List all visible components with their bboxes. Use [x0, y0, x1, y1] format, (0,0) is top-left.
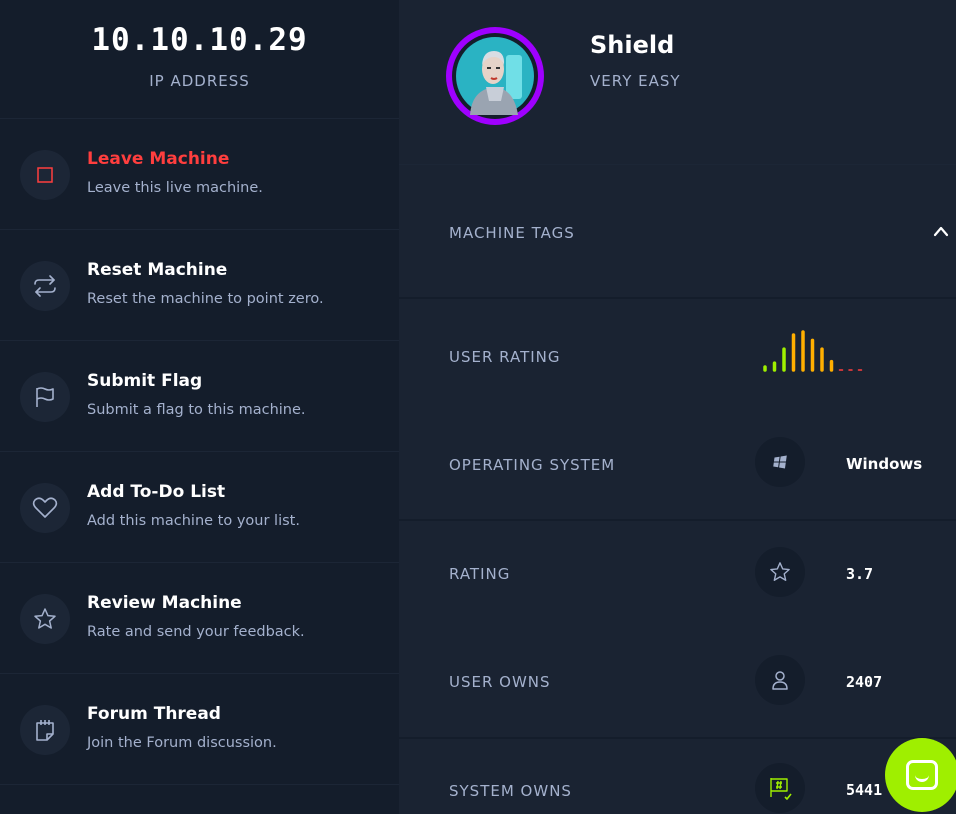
star-icon: [755, 547, 805, 597]
heart-icon: [20, 483, 70, 533]
user-rating-chart: [763, 330, 863, 372]
submit-flag-button[interactable]: Submit Flag Submit a flag to this machin…: [0, 341, 399, 452]
chat-icon: [906, 760, 938, 790]
forum-thread-button[interactable]: Forum Thread Join the Forum discussion.: [0, 674, 399, 785]
ip-address-label: IP ADDRESS: [149, 72, 250, 90]
user-rating-row: USER RATING: [399, 300, 956, 410]
action-title: Forum Thread: [87, 704, 221, 724]
system-owns-row: SYSTEM OWNS 5441: [399, 738, 956, 814]
reset-machine-button[interactable]: Reset Machine Reset the machine to point…: [0, 230, 399, 341]
user-owns-row: USER OWNS 2407: [399, 628, 956, 738]
action-title: Add To-Do List: [87, 482, 226, 502]
user-owns-label: USER OWNS: [449, 673, 551, 691]
action-description: Add this machine to your list.: [87, 513, 300, 529]
action-title: Review Machine: [87, 593, 242, 613]
operating-system-value: Windows: [846, 455, 923, 473]
rating-value: 3.7: [846, 565, 874, 583]
machine-info-panel: Shield VERY EASY MACHINE TAGS USER RATIN…: [399, 0, 956, 814]
section-divider: [399, 297, 956, 299]
rating-label: RATING: [449, 565, 511, 583]
reset-icon: [20, 261, 70, 311]
machine-tags-label: MACHINE TAGS: [449, 224, 575, 242]
ip-address-block: 10.10.10.29 IP ADDRESS: [0, 0, 399, 119]
add-todo-button[interactable]: Add To-Do List Add this machine to your …: [0, 452, 399, 563]
machine-difficulty: VERY EASY: [590, 72, 681, 90]
user-rating-label: USER RATING: [449, 348, 561, 366]
machine-avatar: [446, 27, 544, 125]
user-icon: [755, 655, 805, 705]
robot-avatar-icon: [456, 37, 534, 115]
system-owns-label: SYSTEM OWNS: [449, 782, 572, 800]
machine-name: Shield: [590, 31, 675, 59]
action-description: Rate and send your feedback.: [87, 624, 305, 640]
action-description: Leave this live machine.: [87, 180, 263, 196]
action-description: Reset the machine to point zero.: [87, 291, 324, 307]
stop-icon: [20, 150, 70, 200]
system-owns-value: 5441: [846, 781, 883, 799]
chat-support-button[interactable]: [885, 738, 956, 812]
chevron-up-icon[interactable]: [933, 225, 949, 237]
flag-icon: [20, 372, 70, 422]
notepad-icon: [20, 705, 70, 755]
user-owns-value: 2407: [846, 673, 883, 691]
operating-system-row: OPERATING SYSTEM Windows: [399, 410, 956, 520]
action-title: Submit Flag: [87, 371, 203, 391]
ip-address-value[interactable]: 10.10.10.29: [0, 0, 399, 58]
review-machine-button[interactable]: Review Machine Rate and send your feedba…: [0, 563, 399, 674]
root-flag-icon: [755, 763, 805, 813]
action-title: Leave Machine: [87, 149, 230, 169]
star-icon: [20, 594, 70, 644]
action-description: Join the Forum discussion.: [87, 735, 277, 751]
action-title: Reset Machine: [87, 260, 228, 280]
machine-tags-toggle[interactable]: MACHINE TAGS: [399, 165, 956, 298]
machine-header: Shield VERY EASY: [399, 0, 956, 165]
leave-machine-button[interactable]: Leave Machine Leave this live machine.: [0, 119, 399, 230]
windows-icon: [755, 437, 805, 487]
rating-row: RATING 3.7: [399, 520, 956, 628]
operating-system-label: OPERATING SYSTEM: [449, 456, 616, 474]
action-description: Submit a flag to this machine.: [87, 402, 306, 418]
machine-actions-panel: 10.10.10.29 IP ADDRESS Leave Machine Lea…: [0, 0, 399, 814]
